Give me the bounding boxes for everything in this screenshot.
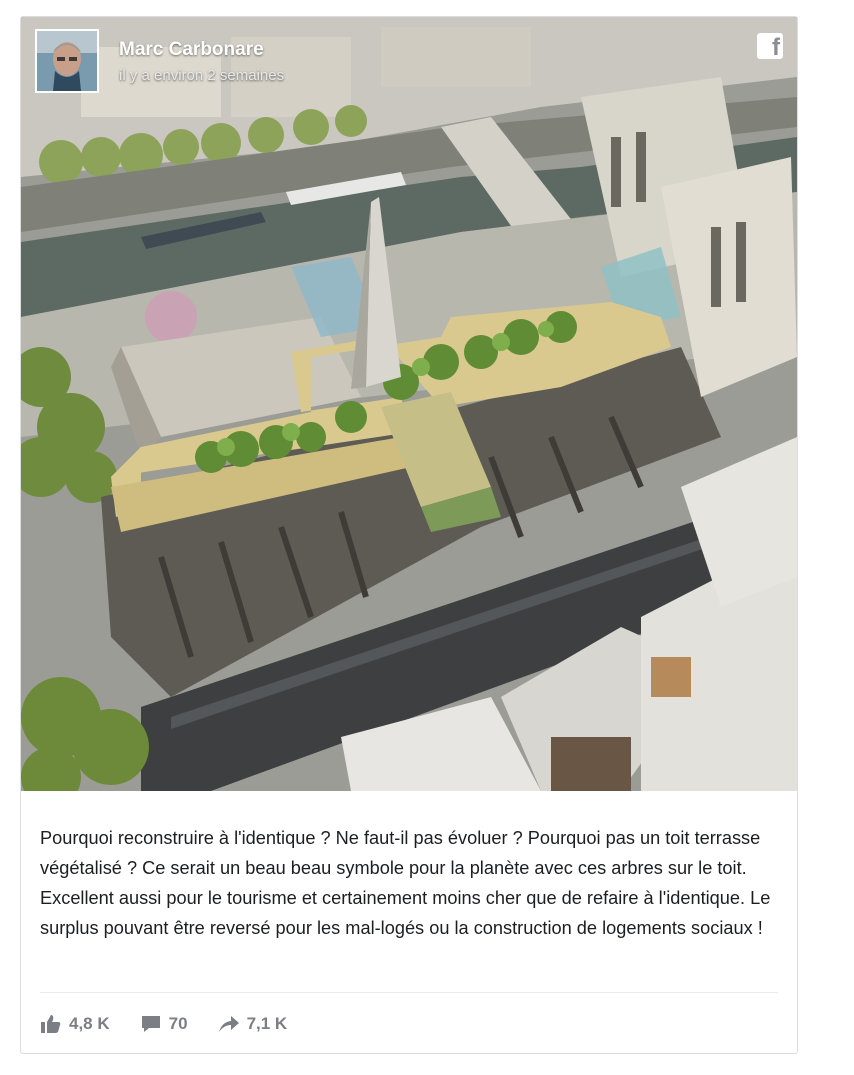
likes-count: 4,8 K	[69, 1014, 110, 1033]
likes-stat[interactable]: 4,8 K	[40, 1014, 110, 1034]
comment-icon	[141, 1016, 160, 1032]
post-text: Pourquoi reconstruire à l'identique ? Ne…	[40, 828, 771, 938]
divider	[40, 992, 778, 993]
author-avatar[interactable]	[35, 29, 99, 93]
post-photo[interactable]: Marc Carbonare il y a environ 2 semaines…	[21, 17, 797, 791]
shares-stat[interactable]: 7,1 K	[218, 1014, 288, 1034]
post-card: Marc Carbonare il y a environ 2 semaines…	[20, 16, 798, 1054]
shares-count: 7,1 K	[246, 1014, 288, 1033]
post-timestamp[interactable]: il y a environ 2 semaines	[119, 67, 284, 84]
thumbs-up-icon	[41, 1015, 61, 1033]
comments-count: 70	[168, 1014, 188, 1033]
facebook-glyph: f	[772, 34, 780, 61]
avatar-portrait-image	[37, 31, 97, 91]
share-arrow-icon	[218, 1016, 239, 1032]
comments-stat[interactable]: 70	[140, 1014, 188, 1034]
facebook-icon[interactable]: f	[757, 33, 783, 61]
post-stats: 4,8 K 70 7,1 K	[40, 1012, 317, 1036]
notre-dame-aerial-illustration	[21, 17, 797, 791]
author-name[interactable]: Marc Carbonare	[119, 39, 264, 61]
